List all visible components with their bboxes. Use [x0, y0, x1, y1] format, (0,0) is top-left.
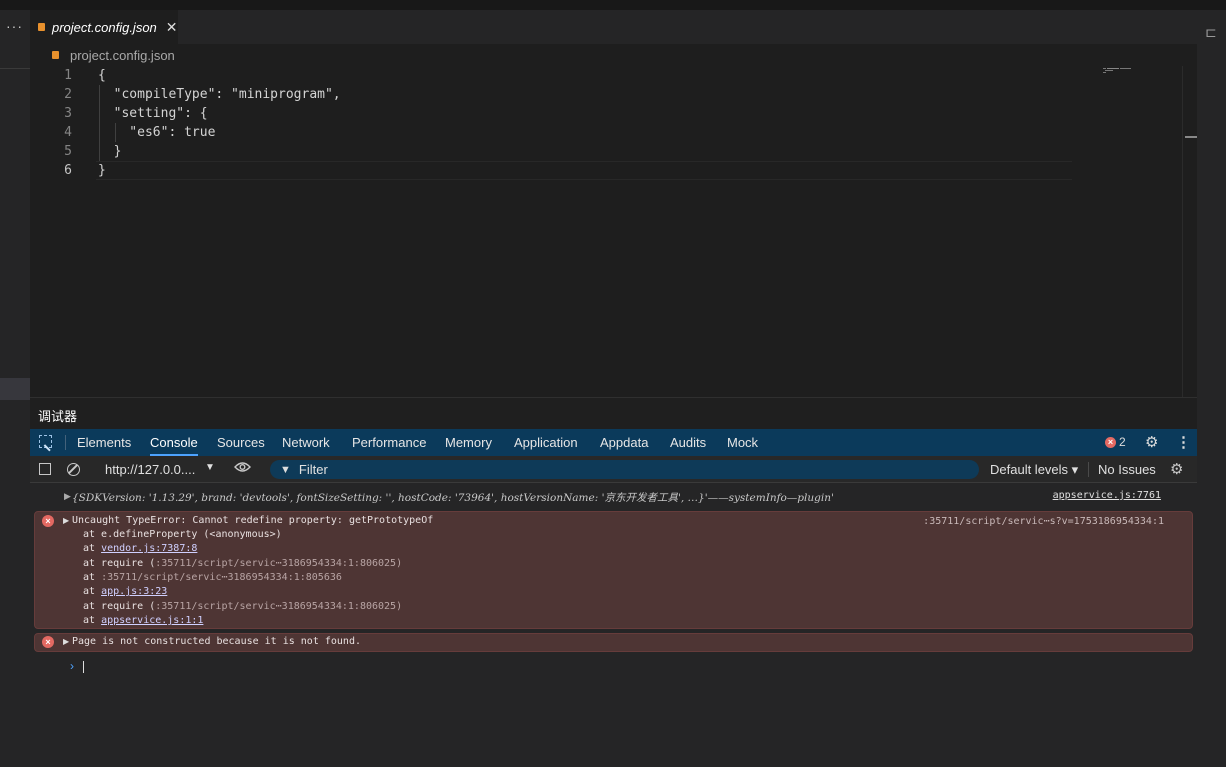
- log-source-link[interactable]: appservice.js:7761: [1053, 490, 1161, 501]
- more-options-icon[interactable]: ⋮: [1176, 433, 1191, 451]
- filter-icon: ▼: [280, 463, 291, 476]
- left-activity-column: ···: [0, 10, 30, 767]
- stack-frame-link[interactable]: app.js:3:23: [101, 586, 167, 597]
- stack-frame: at require (:35711/script/servic⋯3186954…: [83, 601, 403, 612]
- tab-application[interactable]: Application: [514, 429, 578, 456]
- close-icon[interactable]: ✕: [166, 19, 178, 36]
- error-source-link[interactable]: :35711/script/servic⋯s?v=1753186954334:1: [923, 516, 1164, 527]
- line-text: "es6": true: [98, 125, 216, 140]
- filter-input[interactable]: ▼ Filter: [270, 460, 979, 479]
- error-icon: ×: [42, 515, 54, 527]
- code-line[interactable]: 4 "es6": true: [30, 123, 1070, 142]
- tab-audits[interactable]: Audits: [670, 429, 706, 456]
- tab-label: project.config.json: [52, 19, 157, 35]
- line-text: {: [98, 68, 106, 83]
- minimap[interactable]: [1101, 66, 1133, 76]
- error-icon: ×: [1105, 436, 1116, 448]
- scroll-position-marker: [1185, 136, 1197, 138]
- divider: [65, 435, 66, 450]
- filter-placeholder: Filter: [298, 462, 328, 477]
- console-log-entry[interactable]: ▶ {SDKVersion: '1.13.29', brand: 'devtoo…: [30, 487, 1193, 507]
- stack-frame: at :35711/script/servic⋯3186954334:1:805…: [83, 572, 342, 583]
- expand-triangle-icon[interactable]: ▶: [63, 516, 69, 525]
- code-editor[interactable]: 1 { 2 "compileType": "miniprogram", 3 "s…: [30, 66, 1197, 397]
- debugger-title: 调试器: [38, 409, 78, 424]
- line-number: 2: [64, 87, 72, 102]
- code-line[interactable]: 5 }: [30, 142, 1070, 161]
- editor-scrollbar[interactable]: [1182, 66, 1197, 397]
- stack-frame: at vendor.js:7387:8: [83, 543, 198, 554]
- clear-console-icon[interactable]: [67, 463, 80, 476]
- error-icon: ×: [42, 636, 54, 648]
- top-strip: [0, 0, 1226, 10]
- line-number: 3: [64, 106, 72, 121]
- tab-memory[interactable]: Memory: [445, 429, 492, 456]
- tab-appdata[interactable]: Appdata: [600, 429, 648, 456]
- inspect-element-icon[interactable]: [39, 435, 52, 448]
- code-line-active[interactable]: 6 }: [30, 161, 1072, 180]
- chevron-down-icon[interactable]: ▼: [205, 462, 215, 473]
- error-count-badge[interactable]: × 2: [1105, 435, 1126, 449]
- tab-mock[interactable]: Mock: [727, 429, 758, 456]
- json-file-icon: [52, 51, 59, 59]
- tab-elements[interactable]: Elements: [77, 429, 131, 456]
- stack-frame: at app.js:3:23: [83, 586, 168, 597]
- code-line[interactable]: 1 {: [30, 66, 1070, 85]
- selected-item-highlight[interactable]: [0, 378, 30, 400]
- more-actions-icon[interactable]: ···: [6, 18, 23, 34]
- pin-icon[interactable]: ⊏: [1205, 24, 1217, 41]
- error-message: Page is not constructed because it is no…: [72, 636, 361, 647]
- stack-frame-link[interactable]: vendor.js:7387:8: [101, 543, 197, 554]
- expand-triangle-icon[interactable]: ▶: [63, 637, 69, 646]
- tab-project-config[interactable]: project.config.json ✕: [30, 10, 178, 44]
- line-number: 5: [64, 144, 72, 159]
- console-prompt-icon: ›: [70, 659, 74, 673]
- line-text: }: [98, 144, 122, 159]
- line-number: 1: [64, 68, 72, 83]
- stack-frame: at e.defineProperty (<anonymous>): [83, 529, 282, 540]
- json-file-icon: [38, 23, 45, 31]
- console-settings-gear-icon[interactable]: ⚙: [1170, 460, 1183, 478]
- divider: [1088, 462, 1089, 477]
- sidebar-toggle-icon[interactable]: [39, 463, 51, 475]
- debugger-panel-header: 调试器: [30, 397, 1197, 430]
- console-error-entry[interactable]: × ▶ Page is not constructed because it i…: [34, 633, 1193, 652]
- line-number: 4: [64, 125, 72, 140]
- editor-tab-bar: project.config.json ✕: [30, 10, 1197, 44]
- context-selector[interactable]: http://127.0.0....: [105, 462, 195, 477]
- tab-sources[interactable]: Sources: [217, 429, 265, 456]
- expand-triangle-icon[interactable]: ▶: [64, 491, 71, 502]
- stack-frame-link[interactable]: appservice.js:1:1: [101, 615, 203, 626]
- breadcrumb-file[interactable]: project.config.json: [70, 48, 175, 63]
- line-text: "compileType": "miniprogram",: [98, 87, 341, 102]
- console-error-entry[interactable]: × ▶ Uncaught TypeError: Cannot redefine …: [34, 511, 1193, 629]
- error-count: 2: [1119, 435, 1126, 449]
- minimap-preview: [1103, 68, 1131, 73]
- divider: [0, 68, 30, 69]
- console-output[interactable]: ▶ {SDKVersion: '1.13.29', brand: 'devtoo…: [30, 483, 1197, 767]
- console-toolbar: http://127.0.0.... ▼ ▼ Filter Default le…: [30, 456, 1197, 483]
- settings-gear-icon[interactable]: ⚙: [1145, 433, 1158, 451]
- error-message: Uncaught TypeError: Cannot redefine prop…: [72, 515, 434, 526]
- tab-network[interactable]: Network: [282, 429, 330, 456]
- code-line[interactable]: 2 "compileType": "miniprogram",: [30, 85, 1070, 104]
- tab-console[interactable]: Console: [150, 429, 198, 456]
- line-text: "setting": {: [98, 106, 208, 121]
- issues-button[interactable]: No Issues: [1098, 462, 1156, 477]
- console-input-caret[interactable]: [83, 661, 84, 673]
- right-panel-column: ⊏: [1197, 10, 1226, 767]
- line-number: 6: [64, 163, 72, 178]
- tab-performance[interactable]: Performance: [352, 429, 426, 456]
- log-object-text: {SDKVersion: '1.13.29', brand: 'devtools…: [72, 492, 834, 504]
- breadcrumb: project.config.json: [30, 44, 1197, 66]
- code-line[interactable]: 3 "setting": {: [30, 104, 1070, 123]
- devtools-tab-bar: Elements Console Sources Network Perform…: [30, 429, 1197, 456]
- stack-frame: at require (:35711/script/servic⋯3186954…: [83, 558, 403, 569]
- stack-frame: at appservice.js:1:1: [83, 615, 204, 626]
- log-levels-dropdown[interactable]: Default levels ▾: [990, 462, 1078, 478]
- eye-icon[interactable]: [234, 461, 251, 473]
- line-text: }: [98, 163, 106, 178]
